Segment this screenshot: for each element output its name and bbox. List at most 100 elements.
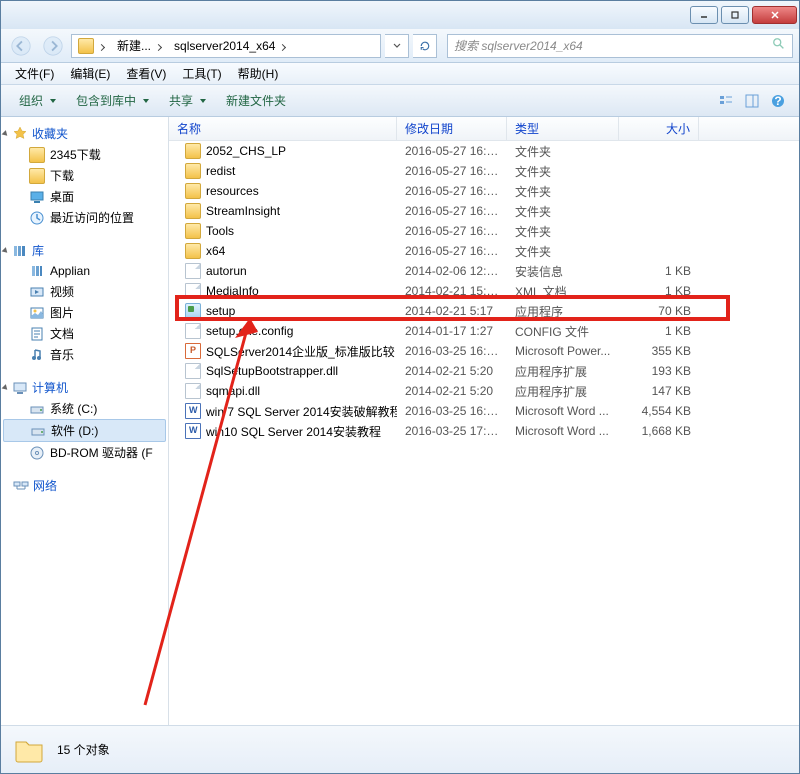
file-date: 2016-05-27 16:37 [397,144,507,158]
help-button[interactable]: ? [765,89,791,113]
file-list[interactable]: 名称 修改日期 类型 大小 2052_CHS_LP2016-05-27 16:3… [169,117,799,725]
file-row[interactable]: setup.exe.config2014-01-17 1:27CONFIG 文件… [169,321,799,341]
file-type: 安装信息 [507,263,619,280]
file-date: 2014-02-21 15:39 [397,284,507,298]
file-date: 2016-05-27 16:38 [397,224,507,238]
file-type: 文件夹 [507,203,619,220]
sidebar-item-library[interactable]: Applian [1,261,168,281]
file-name: autorun [206,264,247,278]
address-bar[interactable]: 新建... sqlserver2014_x64 [71,34,381,58]
file-type: 应用程序扩展 [507,383,619,400]
minimize-button[interactable] [690,6,718,24]
file-row[interactable]: win 7 SQL Server 2014安装破解教程2016-03-25 16… [169,401,799,421]
sidebar-item-library[interactable]: 音乐 [1,344,168,365]
music-icon [29,347,45,363]
file-type: 应用程序 [507,303,619,320]
organize-button[interactable]: 组织 [9,88,66,113]
search-icon [772,37,786,54]
file-row[interactable]: Tools2016-05-27 16:38文件夹 [169,221,799,241]
sidebar-item-drive[interactable]: 系统 (C:) [1,398,168,419]
breadcrumb-segment[interactable]: 新建... [111,35,168,57]
refresh-button[interactable] [413,34,437,58]
file-type: 文件夹 [507,143,619,160]
menu-tools[interactable]: 工具(T) [174,63,229,84]
file-date: 2016-05-27 16:39 [397,244,507,258]
sidebar-computer-header[interactable]: 计算机 [1,377,168,398]
share-button[interactable]: 共享 [159,88,216,113]
file-row[interactable]: win10 SQL Server 2014安装教程2016-03-25 17:0… [169,421,799,441]
bdrom-icon [29,445,45,461]
sidebar-item-drive[interactable]: 软件 (D:) [3,419,166,442]
sidebar-network-header[interactable]: 网络 [1,475,168,496]
file-row[interactable]: redist2016-05-27 16:38文件夹 [169,161,799,181]
column-name[interactable]: 名称 [169,117,397,140]
sidebar-item-favorite[interactable]: 2345下载 [1,144,168,165]
folder-icon [185,163,201,179]
explorer-window: 新建... sqlserver2014_x64 搜索 sqlserver2014… [0,0,800,774]
sidebar-libraries-header[interactable]: 库 [1,240,168,261]
file-row[interactable]: StreamInsight2016-05-27 16:38文件夹 [169,201,799,221]
sidebar-item-favorite[interactable]: 最近访问的位置 [1,207,168,228]
maximize-button[interactable] [721,6,749,24]
file-name: setup.exe.config [206,324,293,338]
file-icon [185,283,201,299]
folder-icon [185,143,201,159]
file-size: 4,554 KB [619,404,699,418]
column-type[interactable]: 类型 [507,117,619,140]
new-folder-button[interactable]: 新建文件夹 [216,88,296,113]
application-icon [185,303,201,319]
search-input[interactable]: 搜索 sqlserver2014_x64 [447,34,793,58]
folder-icon [185,243,201,259]
file-date: 2014-02-21 5:20 [397,364,507,378]
file-row[interactable]: SqlSetupBootstrapper.dll2014-02-21 5:20应… [169,361,799,381]
file-row[interactable]: resources2016-05-27 16:38文件夹 [169,181,799,201]
navigation-row: 新建... sqlserver2014_x64 搜索 sqlserver2014… [1,29,799,63]
sidebar-item-label: 软件 (D:) [51,422,98,439]
sidebar-item-favorite[interactable]: 桌面 [1,186,168,207]
file-row[interactable]: setup2014-02-21 5:17应用程序70 KB [169,301,799,321]
column-date[interactable]: 修改日期 [397,117,507,140]
file-name: win 7 SQL Server 2014安装破解教程 [206,403,397,420]
file-name: setup [206,304,235,318]
file-row[interactable]: autorun2014-02-06 12:56安装信息1 KB [169,261,799,281]
file-date: 2016-03-25 17:01 [397,424,507,438]
preview-pane-button[interactable] [739,89,765,113]
column-size[interactable]: 大小 [619,117,699,140]
file-row[interactable]: x642016-05-27 16:39文件夹 [169,241,799,261]
folder-icon [13,734,45,766]
forward-button[interactable] [39,33,67,59]
menu-edit[interactable]: 编辑(E) [62,63,118,84]
file-size: 70 KB [619,304,699,318]
pictures-icon [29,305,45,321]
back-button[interactable] [7,33,35,59]
navigation-pane[interactable]: 收藏夹 2345下载下载桌面最近访问的位置 库 Applian视频图片文档音乐 … [1,117,169,725]
include-library-button[interactable]: 包含到库中 [66,88,159,113]
sidebar-item-favorite[interactable]: 下载 [1,165,168,186]
computer-icon [12,380,28,396]
sidebar-item-label: 图片 [50,304,74,321]
sidebar-item-library[interactable]: 视频 [1,281,168,302]
file-type: Microsoft Word ... [507,424,619,438]
sidebar-item-library[interactable]: 文档 [1,323,168,344]
sidebar-favorites-header[interactable]: 收藏夹 [1,123,168,144]
menu-view[interactable]: 查看(V) [118,63,174,84]
menu-file[interactable]: 文件(F) [7,63,62,84]
column-headers: 名称 修改日期 类型 大小 [169,117,799,141]
file-name: Tools [206,224,234,238]
breadcrumb-segment[interactable]: sqlserver2014_x64 [168,35,292,57]
view-mode-button[interactable] [713,89,739,113]
library-icon [12,243,28,259]
file-row[interactable]: MediaInfo2014-02-21 15:39XML 文档1 KB [169,281,799,301]
sidebar-item-label: 下载 [50,167,74,184]
file-row[interactable]: sqmapi.dll2014-02-21 5:20应用程序扩展147 KB [169,381,799,401]
file-row[interactable]: SQLServer2014企业版_标准版比较2016-03-25 16:03Mi… [169,341,799,361]
sidebar-item-drive[interactable]: BD-ROM 驱动器 (F [1,442,168,463]
sidebar-item-library[interactable]: 图片 [1,302,168,323]
file-date: 2014-01-17 1:27 [397,324,507,338]
menu-help[interactable]: 帮助(H) [230,63,287,84]
breadcrumb-root[interactable] [72,35,111,57]
close-button[interactable] [752,6,797,24]
file-row[interactable]: 2052_CHS_LP2016-05-27 16:37文件夹 [169,141,799,161]
svg-text:?: ? [774,94,781,108]
history-dropdown[interactable] [385,34,409,58]
